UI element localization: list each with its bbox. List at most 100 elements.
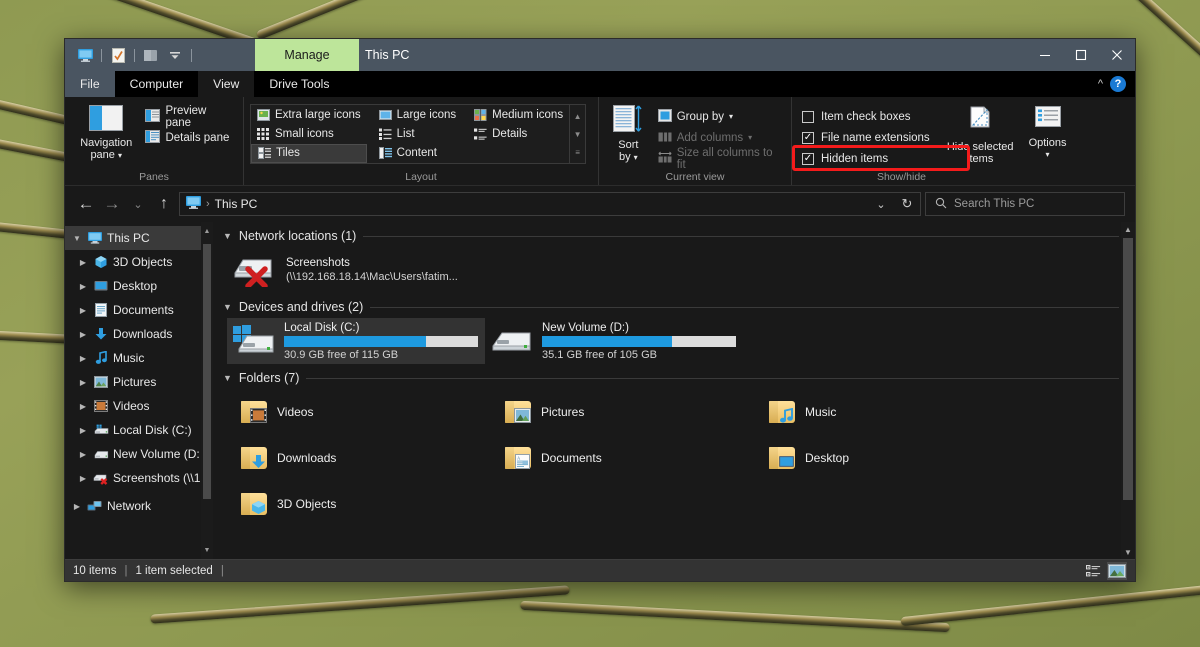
item-check-boxes-option[interactable]: Item check boxes xyxy=(798,106,946,127)
layout-large-icons[interactable]: Large icons xyxy=(373,105,462,124)
scroll-up-icon[interactable]: ▲ xyxy=(201,224,213,238)
address-bar[interactable]: › This PC ⌄ ↻ xyxy=(179,192,921,216)
expand-caret-icon[interactable]: ▶ xyxy=(75,378,91,387)
sidebar-item-music[interactable]: ▶ Music xyxy=(65,346,213,370)
expand-caret-icon[interactable]: ▶ xyxy=(75,402,91,411)
layout-details[interactable]: Details xyxy=(468,124,569,143)
large-icons-view-icon[interactable] xyxy=(1107,562,1127,580)
expand-caret-icon[interactable]: ▶ xyxy=(75,426,91,435)
drive-tile-local-disk-c[interactable]: Local Disk (C:) 30.9 GB free of 115 GB xyxy=(227,318,485,364)
sidebar-item-3d-objects[interactable]: ▶ 3D Objects xyxy=(65,250,213,274)
layout-medium-icons[interactable]: Medium icons xyxy=(468,105,569,124)
drive-tile-new-volume-d[interactable]: New Volume (D:) 35.1 GB free of 105 GB xyxy=(485,318,743,364)
minimize-button[interactable] xyxy=(1027,39,1063,71)
sidebar-item-this-pc[interactable]: ▼ This PC xyxy=(65,226,213,250)
navigation-pane-scrollbar[interactable]: ▲ ▼ xyxy=(201,222,213,559)
preview-pane-button[interactable]: Preview pane xyxy=(141,106,237,127)
item-check-boxes-checkbox[interactable] xyxy=(802,111,814,123)
options-button[interactable]: Options ▾ xyxy=(1020,102,1075,161)
properties-icon[interactable] xyxy=(107,44,129,66)
sidebar-item-downloads[interactable]: ▶ Downloads xyxy=(65,322,213,346)
tab-computer[interactable]: Computer xyxy=(115,71,199,97)
sidebar-item-desktop[interactable]: ▶ Desktop xyxy=(65,274,213,298)
sort-by-button[interactable]: Sort by ▾ xyxy=(605,102,652,164)
folder-item-downloads[interactable]: Downloads xyxy=(227,435,491,481)
help-icon[interactable]: ? xyxy=(1110,76,1126,92)
close-button[interactable] xyxy=(1099,39,1135,71)
sidebar-item-documents[interactable]: ▶ Documents xyxy=(65,298,213,322)
search-input[interactable]: Search This PC xyxy=(954,198,1034,210)
sidebar-item-screenshots[interactable]: ▶ Screenshots (\\1 xyxy=(65,466,213,490)
expand-caret-icon[interactable]: ▶ xyxy=(75,306,91,315)
gallery-expand-icon[interactable]: ≡ xyxy=(570,143,585,161)
gallery-scroll-up-icon[interactable]: ▲ xyxy=(570,107,585,125)
sidebar-item-new-volume-d[interactable]: ▶ New Volume (D: xyxy=(65,442,213,466)
maximize-button[interactable] xyxy=(1063,39,1099,71)
folder-item-3d-objects[interactable]: 3D Objects xyxy=(227,481,491,527)
sidebar-item-network[interactable]: ▶ Network xyxy=(65,494,213,518)
folder-item-pictures[interactable]: Pictures xyxy=(491,389,755,435)
recent-locations-button[interactable]: ⌄ xyxy=(127,193,149,215)
navigation-scroll-thumb[interactable] xyxy=(203,244,211,499)
content-scroll-thumb[interactable] xyxy=(1123,238,1133,500)
expand-caret-icon[interactable]: ▶ xyxy=(75,282,91,291)
layout-content[interactable]: Content xyxy=(373,144,462,163)
forward-button[interactable]: → xyxy=(101,193,123,215)
layout-tiles[interactable]: Tiles xyxy=(251,144,367,163)
back-button[interactable]: ← xyxy=(75,193,97,215)
group-header-devices-and-drives[interactable]: ▼ Devices and drives (2) xyxy=(213,293,1135,318)
collapse-caret-icon[interactable]: ▼ xyxy=(223,302,232,312)
expand-caret-icon[interactable]: ▶ xyxy=(75,474,91,483)
layout-small-icons[interactable]: Small icons xyxy=(251,124,367,143)
collapse-caret-icon[interactable]: ▼ xyxy=(223,231,232,241)
file-name-extensions-checkbox[interactable]: ✓ xyxy=(802,132,814,144)
group-header-folders[interactable]: ▼ Folders (7) xyxy=(213,364,1135,389)
scroll-down-icon[interactable]: ▼ xyxy=(201,543,213,557)
details-view-icon[interactable] xyxy=(1083,562,1103,580)
add-columns-button[interactable]: Add columns ▾ xyxy=(654,127,785,148)
hidden-items-option[interactable]: ✓ Hidden items xyxy=(798,148,946,169)
navigation-pane-button[interactable]: Navigation pane ▾ xyxy=(71,102,141,162)
expand-caret-icon[interactable]: ▶ xyxy=(75,258,91,267)
scroll-up-icon[interactable]: ▲ xyxy=(1121,222,1135,236)
folder-item-videos[interactable]: Videos xyxy=(227,389,491,435)
file-list-area[interactable]: ▼ Network locations (1) Scree xyxy=(213,222,1135,559)
scroll-down-icon[interactable]: ▼ xyxy=(1121,545,1135,559)
tab-view[interactable]: View xyxy=(198,71,254,97)
file-name-extensions-option[interactable]: ✓ File name extensions xyxy=(798,127,946,148)
refresh-button[interactable]: ↻ xyxy=(894,193,920,215)
hidden-items-checkbox[interactable]: ✓ xyxy=(802,153,814,165)
title-bar[interactable]: Manage This PC xyxy=(65,39,1135,71)
collapse-caret-icon[interactable]: ▼ xyxy=(223,373,232,383)
ribbon-collapse-icon[interactable]: ^ xyxy=(1098,78,1103,90)
folder-item-documents[interactable]: A Documents xyxy=(491,435,755,481)
customize-dropdown-icon[interactable] xyxy=(164,44,186,66)
size-all-columns-button[interactable]: Size all columns to fit xyxy=(654,148,785,169)
folder-item-music[interactable]: Music xyxy=(755,389,1019,435)
sidebar-item-videos[interactable]: ▶ Videos xyxy=(65,394,213,418)
up-button[interactable]: ↑ xyxy=(153,193,175,215)
group-header-network-locations[interactable]: ▼ Network locations (1) xyxy=(213,222,1135,247)
new-folder-icon[interactable] xyxy=(140,44,162,66)
breadcrumb-current[interactable]: This PC xyxy=(215,197,258,211)
breadcrumb[interactable]: › This PC xyxy=(180,196,257,212)
hide-selected-items-button[interactable]: Hide selected items xyxy=(946,102,1014,165)
expand-caret-icon[interactable]: ▼ xyxy=(69,234,85,243)
gallery-scroll-down-icon[interactable]: ▼ xyxy=(570,125,585,143)
details-pane-button[interactable]: Details pane xyxy=(141,127,237,148)
expand-caret-icon[interactable]: ▶ xyxy=(75,354,91,363)
group-by-button[interactable]: Group by ▾ xyxy=(654,106,785,127)
tab-file[interactable]: File xyxy=(65,71,115,97)
layout-list[interactable]: List xyxy=(373,124,462,143)
sidebar-item-pictures[interactable]: ▶ Pictures xyxy=(65,370,213,394)
layout-gallery-scroll[interactable]: ▲ ▼ ≡ xyxy=(569,105,585,163)
folder-item-desktop[interactable]: Desktop xyxy=(755,435,1019,481)
search-box[interactable]: Search This PC xyxy=(925,192,1125,216)
expand-caret-icon[interactable]: ▶ xyxy=(75,330,91,339)
tab-drive-tools[interactable]: Drive Tools xyxy=(254,71,344,97)
expand-caret-icon[interactable]: ▶ xyxy=(75,450,91,459)
layout-extra-large-icons[interactable]: Extra large icons xyxy=(251,105,367,124)
expand-caret-icon[interactable]: ▶ xyxy=(69,502,85,511)
this-pc-icon[interactable] xyxy=(74,44,96,66)
content-scrollbar[interactable]: ▲ ▼ xyxy=(1121,222,1135,559)
